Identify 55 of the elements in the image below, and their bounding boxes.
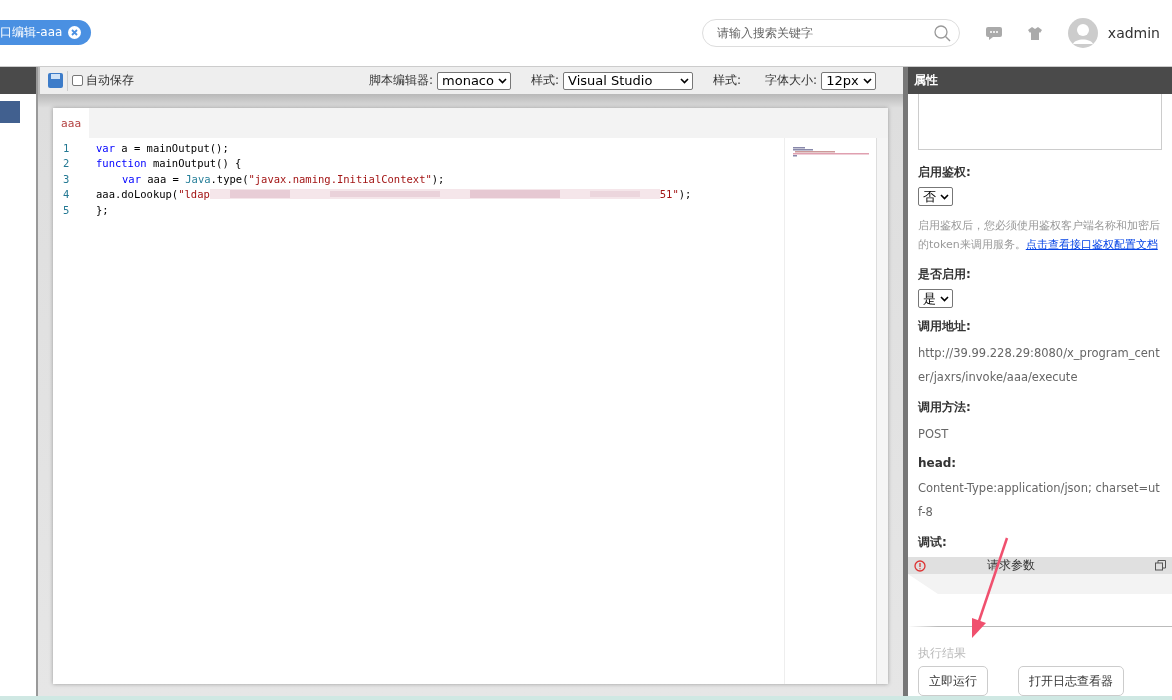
field-label: 启用鉴权:	[918, 164, 972, 181]
restore-icon[interactable]	[1155, 560, 1166, 571]
code-text: };	[96, 203, 109, 216]
field-label: 是否启用:	[918, 266, 972, 283]
caret-icon	[680, 77, 690, 84]
line-number: 2	[62, 157, 71, 170]
close-icon[interactable]	[68, 25, 82, 39]
field-label: 调用地址:	[918, 318, 972, 335]
action-button[interactable]: 立即运行	[918, 666, 988, 696]
field-value: POST	[918, 426, 950, 443]
dropdown[interactable]: monaco	[437, 71, 511, 90]
field-label: 脚本编辑器:	[369, 72, 434, 89]
dropdown[interactable]: 12px	[821, 71, 876, 90]
code-text: 51");	[659, 188, 692, 201]
user-name[interactable]: xadmin	[1107, 25, 1160, 41]
autosave-checkbox[interactable]	[72, 75, 83, 86]
caret-icon	[940, 193, 949, 200]
caret-icon	[862, 77, 872, 84]
scrollbar[interactable]	[876, 138, 888, 684]
panel-title: 属性	[908, 67, 1172, 94]
field-label: head:	[918, 456, 958, 470]
caret-icon	[940, 295, 949, 302]
field-value: Content-Type:application/json; charset=utf-8	[918, 480, 1161, 521]
info-icon	[914, 559, 926, 572]
file-tab[interactable]: aaa	[53, 108, 90, 138]
result-label: 执行结果	[918, 645, 967, 662]
save-icon[interactable]	[48, 73, 63, 88]
dropdown[interactable]: Visual Studio	[563, 71, 694, 90]
field-label: 调试:	[918, 534, 948, 551]
panel-header	[0, 67, 36, 94]
dropdown[interactable]: 是	[918, 289, 953, 308]
docs-link[interactable]: 点击查看接口鉴权配置文档	[1025, 238, 1158, 251]
chat-icon[interactable]	[985, 26, 1002, 40]
text-area[interactable]	[918, 94, 1162, 150]
line-number: 5	[62, 203, 71, 216]
line-number: 1	[62, 141, 71, 154]
caret-icon	[498, 77, 507, 84]
field-label: 样式:	[713, 72, 742, 89]
help-text: 启用鉴权后，您必须使用鉴权客户端名称和加密后的token来调用服务。点击查看接口鉴权配置文档	[918, 218, 1161, 253]
field-label: 调用方法:	[918, 399, 972, 416]
avatar-icon[interactable]	[1067, 18, 1098, 48]
search-icon[interactable]	[933, 24, 951, 42]
autosave-label: 自动保存	[86, 72, 134, 89]
code-text: aaa.doLookup("ldap	[96, 188, 210, 201]
code-text: var aaa = Java.type("javax.naming.InitialContext");	[121, 172, 445, 185]
line-number: 3	[62, 172, 71, 185]
dropdown[interactable]: 否	[918, 187, 953, 206]
field-label: 样式:	[531, 72, 560, 89]
code-text: var a = mainOutput();	[96, 141, 229, 154]
code-text: function mainOutput() {	[96, 157, 242, 170]
shirt-icon[interactable]	[1027, 26, 1042, 40]
field-label: 字体大小:	[765, 72, 818, 89]
field-value: http://39.99.228.29:8080/x_program_center/jaxrs/invoke/aaa/execute	[918, 345, 1161, 386]
action-button[interactable]: 打开日志查看器	[1018, 666, 1124, 696]
line-number: 4	[62, 188, 71, 201]
